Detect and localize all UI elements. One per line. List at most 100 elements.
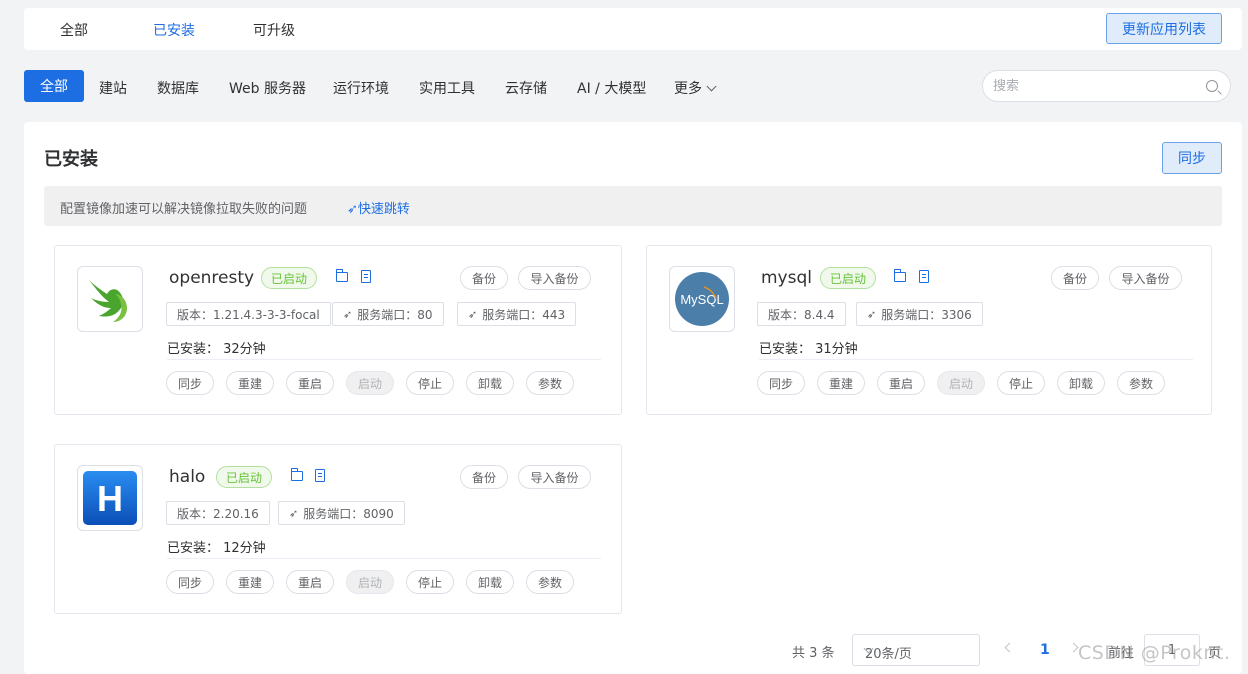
version-tag: 版本：8.4.4: [757, 302, 846, 326]
category-tools[interactable]: 实用工具: [419, 78, 475, 98]
params-button[interactable]: 参数: [1117, 371, 1165, 395]
send-icon: ➶: [347, 202, 358, 217]
mysql-logo: MySQL: [669, 266, 735, 332]
mirror-notice: 配置镜像加速可以解决镜像拉取失败的问题 ➶快速跳转: [44, 186, 1222, 226]
log-icon[interactable]: [361, 270, 371, 283]
send-icon: ➶: [468, 307, 478, 321]
restart-button[interactable]: 重启: [877, 371, 925, 395]
rebuild-button[interactable]: 重建: [817, 371, 865, 395]
import-backup-button[interactable]: 导入备份: [1109, 266, 1182, 290]
category-cloud-storage[interactable]: 云存储: [505, 78, 547, 98]
quick-jump-link[interactable]: ➶快速跳转: [347, 198, 410, 217]
backup-button[interactable]: 备份: [460, 266, 508, 290]
folder-icon[interactable]: [335, 269, 348, 282]
divider: [167, 359, 601, 360]
pagination-total: 共 3 条: [792, 646, 835, 661]
rebuild-button[interactable]: 重建: [226, 371, 274, 395]
category-more[interactable]: 更多: [674, 78, 717, 98]
openresty-logo: [77, 266, 143, 332]
log-icon[interactable]: [919, 270, 929, 283]
params-button[interactable]: 参数: [526, 570, 574, 594]
port-tag[interactable]: ➶ 服务端口：3306: [856, 302, 983, 326]
restart-button[interactable]: 重启: [286, 371, 334, 395]
status-badge: 已启动: [261, 267, 318, 289]
port-label: 服务端口：443: [482, 307, 566, 322]
app-card-openresty: openresty 已启动 备份 导入备份 版本：1.21.4.3-3-3-fo…: [54, 245, 622, 415]
version-tag: 版本：2.20.16: [166, 501, 270, 525]
send-icon: ➶: [867, 307, 877, 321]
watermark: CSDN @Proknt.: [1078, 642, 1231, 664]
folder-icon[interactable]: [290, 468, 303, 481]
installed-time: 已安装： 12分钟: [167, 541, 266, 556]
start-button: 启动: [346, 371, 394, 395]
app-name: halo: [169, 467, 206, 487]
send-icon: ➶: [289, 506, 299, 520]
installed-panel: 已安装 同步 配置镜像加速可以解决镜像拉取失败的问题 ➶快速跳转 openres…: [24, 122, 1242, 674]
divider: [759, 359, 1193, 360]
quick-jump-label: 快速跳转: [357, 202, 410, 217]
sync-button[interactable]: 同步: [1162, 142, 1222, 174]
page-title: 已安装: [44, 149, 98, 170]
notice-text: 配置镜像加速可以解决镜像拉取失败的问题: [60, 202, 308, 217]
start-button: 启动: [346, 570, 394, 594]
port-tag[interactable]: ➶ 服务端口：8090: [278, 501, 405, 525]
halo-logo-text: H: [97, 478, 123, 519]
uninstall-button[interactable]: 卸载: [466, 570, 514, 594]
halo-logo: H: [77, 465, 143, 531]
page-number-current[interactable]: 1: [1040, 642, 1050, 658]
mysql-logo-icon: MySQL: [675, 272, 729, 326]
backup-button[interactable]: 备份: [460, 465, 508, 489]
category-more-label: 更多: [674, 81, 702, 97]
rebuild-button[interactable]: 重建: [226, 570, 274, 594]
uninstall-button[interactable]: 卸载: [1057, 371, 1105, 395]
top-tab-bar: 全部 已安装 可升级 更新应用列表: [24, 8, 1242, 50]
tab-installed[interactable]: 已安装: [153, 20, 195, 40]
folder-icon[interactable]: [893, 269, 906, 282]
port-label: 服务端口：8090: [303, 506, 394, 521]
tab-upgradable[interactable]: 可升级: [253, 20, 295, 40]
category-runtime[interactable]: 运行环境: [333, 78, 389, 98]
app-name: openresty: [169, 268, 255, 288]
uninstall-button[interactable]: 卸载: [466, 371, 514, 395]
search-box: [982, 70, 1231, 102]
openresty-logo-icon: [89, 280, 127, 322]
page-size-select[interactable]: 20条/页: [852, 634, 980, 666]
halo-logo-icon: H: [83, 471, 137, 525]
port-tag[interactable]: ➶ 服务端口：80: [332, 302, 444, 326]
import-backup-button[interactable]: 导入备份: [518, 465, 591, 489]
category-website[interactable]: 建站: [99, 78, 127, 98]
port-label: 服务端口：3306: [881, 307, 972, 322]
chevron-down-icon: [706, 81, 717, 92]
port-tag[interactable]: ➶ 服务端口：443: [457, 302, 577, 326]
category-database[interactable]: 数据库: [157, 78, 199, 98]
backup-button[interactable]: 备份: [1051, 266, 1099, 290]
stop-button[interactable]: 停止: [406, 371, 454, 395]
restart-button[interactable]: 重启: [286, 570, 334, 594]
divider: [167, 558, 601, 559]
sync-action-button[interactable]: 同步: [757, 371, 805, 395]
search-input[interactable]: [993, 71, 1193, 101]
version-tag: 版本：1.21.4.3-3-3-focal: [166, 302, 331, 326]
params-button[interactable]: 参数: [526, 371, 574, 395]
category-all-button[interactable]: 全部: [24, 70, 84, 102]
stop-button[interactable]: 停止: [406, 570, 454, 594]
category-ai[interactable]: AI / 大模型: [577, 78, 646, 98]
status-badge: 已启动: [820, 267, 877, 289]
sync-action-button[interactable]: 同步: [166, 371, 214, 395]
app-card-halo: H halo 已启动 备份 导入备份 版本：2.20.16 ➶ 服务端口：8090…: [54, 444, 622, 614]
stop-button[interactable]: 停止: [997, 371, 1045, 395]
sync-action-button[interactable]: 同步: [166, 570, 214, 594]
search-icon[interactable]: [1206, 80, 1218, 92]
page-size-value: 20条/页: [865, 647, 912, 662]
send-icon: ➶: [343, 307, 353, 321]
app-card-mysql: MySQL mysql 已启动 备份 导入备份 版本：8.4.4 ➶ 服务端口：3…: [646, 245, 1212, 415]
tab-all[interactable]: 全部: [60, 20, 88, 40]
import-backup-button[interactable]: 导入备份: [518, 266, 591, 290]
refresh-app-list-button[interactable]: 更新应用列表: [1106, 13, 1222, 44]
installed-time: 已安装： 31分钟: [759, 342, 858, 357]
mysql-logo-text: MySQL: [680, 292, 723, 307]
category-web-server[interactable]: Web 服务器: [229, 78, 306, 98]
start-button: 启动: [937, 371, 985, 395]
port-label: 服务端口：80: [357, 307, 433, 322]
log-icon[interactable]: [315, 469, 325, 482]
